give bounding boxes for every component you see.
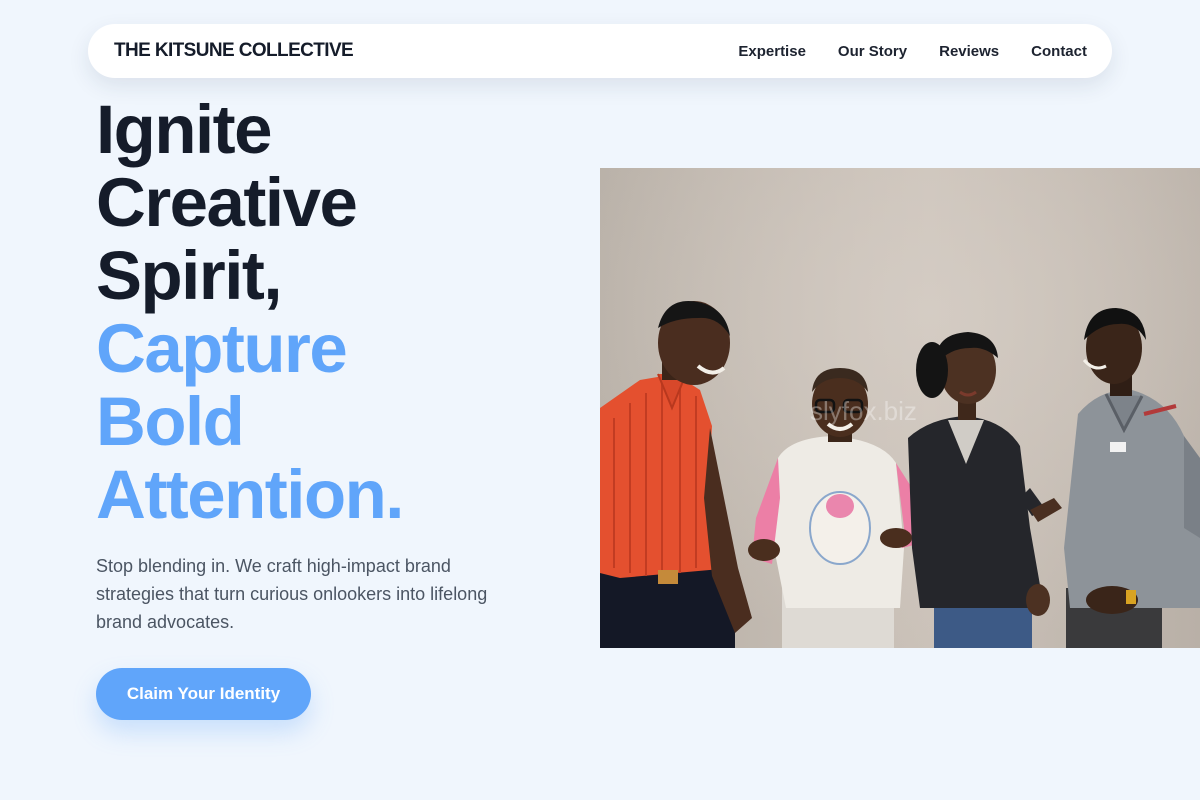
headline-line: Spirit, — [96, 237, 283, 314]
photo-watermark: slyfox.biz — [810, 396, 917, 426]
nav-links: Expertise Our Story Reviews Contact — [738, 43, 1087, 60]
hero-team-photo: slyfox.biz — [600, 168, 1200, 648]
nav-link-reviews[interactable]: Reviews — [939, 43, 999, 60]
nav-link-contact[interactable]: Contact — [1031, 43, 1087, 60]
headline-accent-line: Attention. — [96, 456, 404, 533]
claim-identity-button[interactable]: Claim Your Identity — [96, 668, 311, 720]
brand-logo[interactable]: THE KITSUNE COLLECTIVE — [114, 40, 354, 62]
team-photo-illustration: slyfox.biz — [600, 168, 1200, 648]
site-navbar: THE KITSUNE COLLECTIVE Expertise Our Sto… — [88, 24, 1112, 78]
headline-line: Ignite — [96, 91, 272, 168]
headline-accent-line: Bold — [96, 383, 245, 460]
headline-accent-line: Capture — [96, 310, 348, 387]
hero-headline: Ignite Creative Spirit, Capture Bold Att… — [96, 91, 404, 533]
hero-description: Stop blending in. We craft high-impact b… — [96, 556, 488, 632]
headline-line: Creative — [96, 164, 358, 241]
nav-link-our-story[interactable]: Our Story — [838, 43, 907, 60]
nav-link-expertise[interactable]: Expertise — [738, 43, 806, 60]
